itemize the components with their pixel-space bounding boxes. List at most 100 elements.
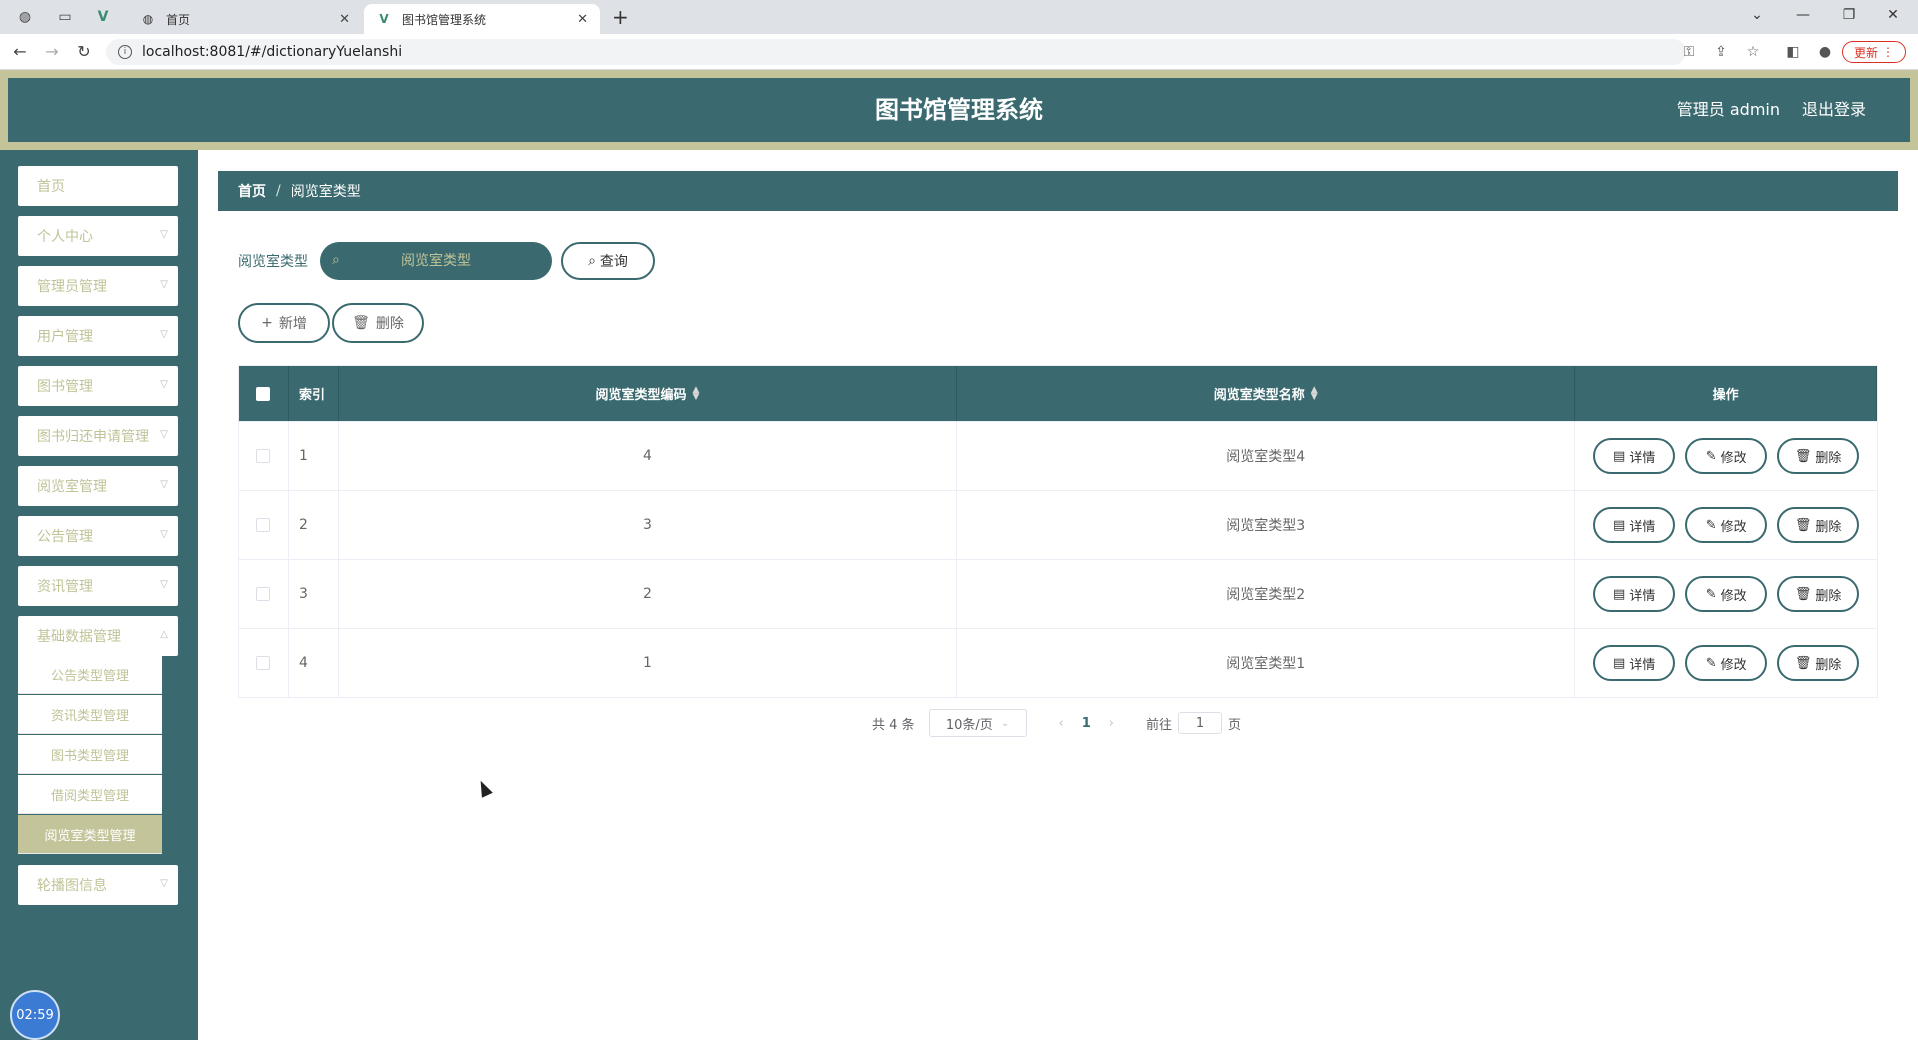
share-icon[interactable]: ⇪	[1710, 42, 1732, 62]
sort-icon[interactable]: ▲ ▼	[1311, 385, 1318, 401]
sidebar-item-books[interactable]: 图书管理 ▽	[18, 366, 178, 406]
row-checkbox[interactable]	[256, 587, 271, 601]
edit-button[interactable]: ✎ 修改	[1685, 576, 1768, 612]
detail-label: 详情	[1629, 519, 1656, 535]
row-checkbox[interactable]	[256, 656, 271, 670]
code-cell: 3	[339, 491, 958, 559]
browser-tab-library[interactable]: V 图书馆管理系统 ✕	[364, 4, 600, 34]
globe-icon[interactable]: ◍	[12, 6, 38, 28]
pencil-icon: ✎	[1705, 586, 1717, 602]
side-panel-icon[interactable]: ◧	[1782, 42, 1804, 62]
site-info-icon[interactable]: i	[118, 45, 132, 59]
sidebar-item-notices[interactable]: 公告管理 ▽	[18, 516, 178, 556]
document-icon: ▤	[1613, 517, 1626, 533]
detail-button[interactable]: ▤ 详情	[1593, 507, 1676, 543]
row-delete-button[interactable]: 🗑 删除	[1777, 645, 1860, 681]
url-field[interactable]: i localhost:8081/#/dictionaryYuelanshi	[106, 39, 1686, 65]
row-delete-button[interactable]: 🗑 删除	[1777, 576, 1860, 612]
sidebar-item-profile[interactable]: 个人中心 ▽	[18, 216, 178, 256]
breadcrumb-home[interactable]: 首页	[238, 181, 266, 201]
submenu-item-reading-room-types[interactable]: 阅览室类型管理	[18, 815, 162, 854]
window-close-icon[interactable]: ✕	[1878, 4, 1908, 26]
browser-tab-home[interactable]: ◍ 首页 ✕	[128, 4, 362, 34]
restore-icon[interactable]: ❐	[1834, 4, 1864, 26]
header-code[interactable]: 阅览室类型编码 ▲ ▼	[339, 366, 958, 421]
sidebar-item-label: 公告管理	[37, 529, 93, 545]
index-cell: 3	[289, 560, 339, 628]
pencil-icon: ✎	[1705, 448, 1717, 464]
row-checkbox[interactable]	[256, 518, 271, 532]
goto-page: 前往 页	[1146, 712, 1241, 734]
globe-icon: ◍	[142, 12, 154, 26]
edit-button[interactable]: ✎ 修改	[1685, 438, 1768, 474]
page-size-select[interactable]: 10条/页 ⌄	[928, 709, 1027, 737]
sidebar-item-news[interactable]: 资讯管理 ▽	[18, 566, 178, 606]
detail-button[interactable]: ▤ 详情	[1593, 576, 1676, 612]
code-cell: 2	[339, 560, 958, 628]
edit-button[interactable]: ✎ 修改	[1685, 645, 1768, 681]
sidebar-item-home[interactable]: 首页	[18, 166, 178, 206]
add-button[interactable]: + 新增	[238, 303, 330, 343]
profile-icon[interactable]: ●	[1814, 42, 1836, 62]
sidebar-item-label: 轮播图信息	[37, 878, 107, 894]
goto-page-input[interactable]	[1178, 712, 1223, 734]
sidebar-item-carousel[interactable]: 轮播图信息 ▽	[18, 865, 178, 905]
detail-button[interactable]: ▤ 详情	[1593, 438, 1676, 474]
sidebar-item-admins[interactable]: 管理员管理 ▽	[18, 266, 178, 306]
close-icon[interactable]: ✕	[577, 12, 588, 27]
page-number[interactable]: 1	[1082, 716, 1091, 731]
breadcrumb: 首页 / 阅览室类型	[218, 171, 1898, 211]
index-cell: 4	[289, 629, 339, 697]
search-input[interactable]	[320, 242, 552, 280]
back-icon[interactable]: ←	[8, 41, 32, 63]
logout-link[interactable]: 退出登录	[1802, 78, 1866, 142]
sidebar: 首页 个人中心 ▽ 管理员管理 ▽ 用户管理 ▽ 图书管理 ▽ 图书归还申请管理…	[0, 150, 198, 1040]
submenu-item-label: 阅览室类型管理	[44, 828, 136, 844]
search-field[interactable]: ⌕	[320, 242, 552, 280]
column-header-label: 索引	[298, 388, 325, 403]
submenu-item-notice-types[interactable]: 公告类型管理	[18, 655, 162, 694]
forward-icon[interactable]: →	[40, 41, 64, 63]
row-delete-label: 删除	[1815, 657, 1842, 673]
submenu-item-news-types[interactable]: 资讯类型管理	[18, 695, 162, 734]
sidebar-item-reading-rooms[interactable]: 阅览室管理 ▽	[18, 466, 178, 506]
next-page-icon[interactable]: ›	[1109, 716, 1114, 731]
star-icon[interactable]: ☆	[1742, 42, 1764, 62]
close-icon[interactable]: ✕	[339, 12, 350, 27]
header-name[interactable]: 阅览室类型名称 ▲ ▼	[957, 366, 1576, 421]
prev-page-icon[interactable]: ‹	[1059, 716, 1064, 731]
submenu-item-borrow-types[interactable]: 借阅类型管理	[18, 775, 162, 814]
delete-button[interactable]: 🗑 删除	[332, 303, 424, 343]
clock-badge[interactable]: 02:59	[10, 990, 60, 1040]
blank-page-icon[interactable]: ▭	[52, 6, 78, 28]
vue-logo-icon[interactable]: V	[90, 6, 116, 28]
chevron-down-icon: ▽	[160, 229, 168, 240]
name-cell: 阅览室类型4	[957, 422, 1576, 490]
detail-button[interactable]: ▤ 详情	[1593, 645, 1676, 681]
submenu-item-book-types[interactable]: 图书类型管理	[18, 735, 162, 774]
edit-button[interactable]: ✎ 修改	[1685, 507, 1768, 543]
sidebar-item-label: 阅览室管理	[37, 479, 107, 495]
new-tab-icon[interactable]: +	[612, 6, 629, 28]
chevron-down-icon: ▽	[160, 878, 168, 889]
row-delete-button[interactable]: 🗑 删除	[1777, 507, 1860, 543]
sidebar-item-book-returns[interactable]: 图书归还申请管理 ▽	[18, 416, 178, 456]
tab-search-icon[interactable]: ⌄	[1742, 4, 1772, 26]
sidebar-item-base-data[interactable]: 基础数据管理 △	[18, 616, 178, 656]
select-all-checkbox[interactable]	[256, 386, 271, 401]
row-delete-label: 删除	[1815, 519, 1842, 535]
row-delete-button[interactable]: 🗑 删除	[1777, 438, 1860, 474]
update-button[interactable]: 更新 ⋮	[1842, 41, 1906, 63]
minimize-icon[interactable]: —	[1788, 4, 1818, 26]
reload-icon[interactable]: ↻	[72, 41, 96, 63]
key-icon[interactable]: ⚿	[1678, 42, 1700, 62]
row-checkbox[interactable]	[256, 449, 271, 463]
chevron-down-icon: ▽	[160, 529, 168, 540]
sort-icon[interactable]: ▲ ▼	[693, 385, 700, 401]
app-header-bar: 图书馆管理系统 管理员 admin 退出登录	[8, 78, 1910, 142]
edit-label: 修改	[1720, 519, 1747, 535]
sidebar-item-users[interactable]: 用户管理 ▽	[18, 316, 178, 356]
edit-label: 修改	[1720, 588, 1747, 604]
query-button[interactable]: ⌕ 查询	[561, 242, 655, 280]
submenu-item-label: 图书类型管理	[50, 748, 129, 764]
